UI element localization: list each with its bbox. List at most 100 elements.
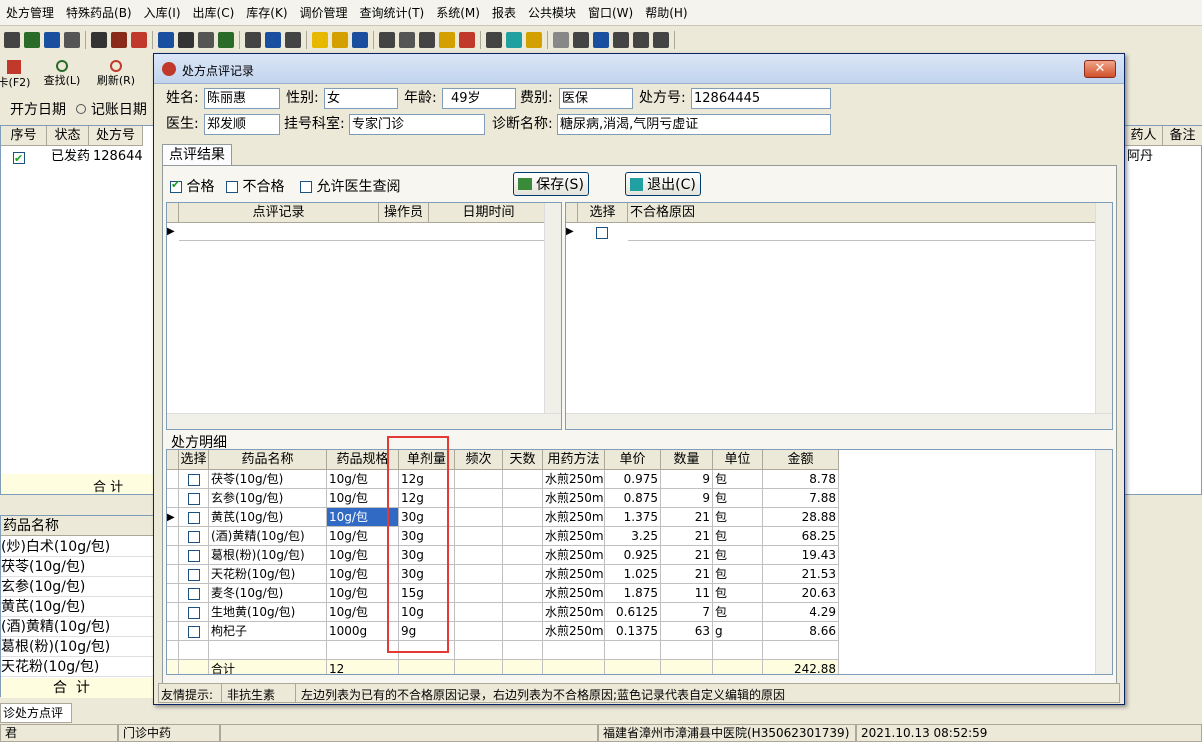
bg-drug-item[interactable]: 茯苓(10g/包) (1, 557, 159, 577)
detail-cell-qty[interactable]: 21 (661, 527, 713, 546)
toolbar-button-icon[interactable] (459, 32, 475, 48)
detail-cell-name[interactable]: 茯苓(10g/包) (209, 470, 327, 489)
detail-col-name[interactable]: 药品名称 (209, 450, 327, 470)
detail-cell-amount[interactable]: 21.53 (763, 565, 839, 584)
exit-button[interactable]: 退出(C) (625, 172, 701, 196)
detail-cell-price[interactable]: 1.375 (605, 508, 661, 527)
detail-cell-price[interactable]: 1.875 (605, 584, 661, 603)
detail-cell-price[interactable]: 0.1375 (605, 622, 661, 641)
detail-cell-unit[interactable]: 包 (713, 489, 763, 508)
toolbar-button-icon[interactable] (218, 32, 234, 48)
detail-cell-price[interactable]: 0.6125 (605, 603, 661, 622)
tab-review-result[interactable]: 点评结果 (162, 144, 232, 166)
detail-cell-freq[interactable] (455, 546, 503, 565)
age-field[interactable]: 49岁 (442, 88, 516, 109)
menu-item[interactable]: 库存(K) (240, 4, 293, 21)
toolbar-button-icon[interactable] (633, 32, 649, 48)
detail-cell-qty[interactable]: 7 (661, 603, 713, 622)
detail-cell-name[interactable]: 天花粉(10g/包) (209, 565, 327, 584)
detail-empty-cell[interactable] (763, 641, 839, 660)
toolbar-button-icon[interactable] (44, 32, 60, 48)
toolbar-button-icon[interactable] (573, 32, 589, 48)
detail-cell-method[interactable]: 水煎250m (543, 622, 605, 641)
toolbar-button-icon[interactable] (352, 32, 368, 48)
detail-cell-name[interactable]: 黄芪(10g/包) (209, 508, 327, 527)
bg-drug-item[interactable]: 葛根(粉)(10g/包) (1, 637, 159, 657)
detail-cell-unit[interactable]: 包 (713, 470, 763, 489)
detail-cell-qty[interactable]: 11 (661, 584, 713, 603)
toolbar-button-icon[interactable] (312, 32, 328, 48)
toolbar-button-icon[interactable] (613, 32, 629, 48)
rx-field[interactable]: 12864445 (691, 88, 831, 109)
col-header-status[interactable]: 状态 (47, 126, 89, 146)
reason-row-checkbox[interactable] (596, 225, 608, 239)
fee-field[interactable]: 医保 (559, 88, 633, 109)
bg-drug-item[interactable]: 玄参(10g/包) (1, 577, 159, 597)
detail-cell-days[interactable] (503, 546, 543, 565)
toolbar-button-icon[interactable] (653, 32, 669, 48)
detail-cell-freq[interactable] (455, 470, 503, 489)
card-button[interactable]: 卡(F2) (0, 60, 34, 90)
toolbar-button-icon[interactable] (64, 32, 80, 48)
detail-empty-cell[interactable] (455, 641, 503, 660)
detail-cell-freq[interactable] (455, 622, 503, 641)
menu-item[interactable]: 查询统计(T) (354, 4, 431, 21)
review-empty-row[interactable] (179, 223, 549, 241)
col-header-rx[interactable]: 处方号 (89, 126, 143, 146)
detail-cell-name[interactable]: 麦冬(10g/包) (209, 584, 327, 603)
col-header-note[interactable]: 备注 (1163, 126, 1202, 146)
review-col-operator[interactable]: 操作员 (379, 203, 429, 223)
menu-item[interactable]: 调价管理 (294, 4, 354, 21)
bg-row-checkbox[interactable] (11, 147, 41, 167)
detail-empty-cell[interactable] (167, 641, 179, 660)
detail-col-amount[interactable]: 金额 (763, 450, 839, 470)
close-button[interactable]: ✕ (1084, 60, 1116, 78)
detail-cell-freq[interactable] (455, 584, 503, 603)
detail-empty-cell[interactable] (605, 641, 661, 660)
toolbar-button-icon[interactable] (158, 32, 174, 48)
detail-col-freq[interactable]: 频次 (455, 450, 503, 470)
diag-field[interactable]: 糖尿病,消渴,气阴亏虚证 (557, 114, 831, 135)
find-button[interactable]: 查找(L) (42, 60, 82, 88)
toolbar-button-icon[interactable] (178, 32, 194, 48)
detail-cell-name[interactable]: 玄参(10g/包) (209, 489, 327, 508)
menu-item[interactable]: 入库(I) (138, 4, 187, 21)
detail-cell-method[interactable]: 水煎250m (543, 565, 605, 584)
reason-col-select[interactable]: 选择 (578, 203, 628, 223)
doctor-view-checkbox[interactable]: 允许医生查阅 (300, 176, 400, 196)
detail-cell-price[interactable]: 3.25 (605, 527, 661, 546)
detail-cell-unit[interactable]: 包 (713, 565, 763, 584)
detail-cell-method[interactable]: 水煎250m (543, 546, 605, 565)
detail-cell-amount[interactable]: 20.63 (763, 584, 839, 603)
detail-cell-freq[interactable] (455, 489, 503, 508)
toolbar-button-icon[interactable] (439, 32, 455, 48)
bg-drug-item[interactable]: (酒)黄精(10g/包) (1, 617, 159, 637)
detail-cell-freq[interactable] (455, 603, 503, 622)
radio-account-date[interactable] (76, 104, 87, 114)
tab-prescription-review[interactable]: 诊处方点评 (0, 703, 72, 723)
detail-cell-unit[interactable]: 包 (713, 603, 763, 622)
review-col-record[interactable]: 点评记录 (179, 203, 379, 223)
detail-cell-qty[interactable]: 21 (661, 508, 713, 527)
detail-cell-price[interactable]: 0.875 (605, 489, 661, 508)
detail-cell-price[interactable]: 0.925 (605, 546, 661, 565)
detail-cell-days[interactable] (503, 584, 543, 603)
menu-item[interactable]: 系统(M) (430, 4, 486, 21)
detail-cell-name[interactable]: 枸杞子 (209, 622, 327, 641)
detail-cell-unit[interactable]: 包 (713, 527, 763, 546)
toolbar-button-icon[interactable] (379, 32, 395, 48)
toolbar-button-icon[interactable] (91, 32, 107, 48)
detail-cell-method[interactable]: 水煎250m (543, 584, 605, 603)
detail-cell-days[interactable] (503, 622, 543, 641)
detail-cell-freq[interactable] (455, 508, 503, 527)
detail-col-select[interactable]: 选择 (179, 450, 209, 470)
detail-cell-amount[interactable]: 8.78 (763, 470, 839, 489)
detail-cell-price[interactable]: 0.975 (605, 470, 661, 489)
menu-item[interactable]: 窗口(W) (582, 4, 639, 21)
detail-empty-cell[interactable] (661, 641, 713, 660)
toolbar-button-icon[interactable] (265, 32, 281, 48)
toolbar-button-icon[interactable] (419, 32, 435, 48)
col-header-seq[interactable]: 序号 (1, 126, 47, 146)
toolbar-button-icon[interactable] (131, 32, 147, 48)
detail-cell-unit[interactable]: g (713, 622, 763, 641)
